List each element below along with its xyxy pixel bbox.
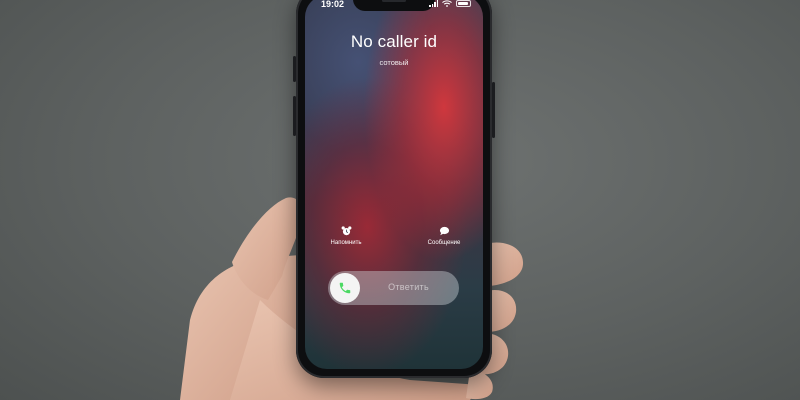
- mute-switch: [293, 56, 296, 82]
- volume-button: [293, 96, 296, 136]
- remind-me-button[interactable]: Напомнить: [316, 226, 376, 246]
- status-icons: [429, 0, 471, 7]
- smartphone: 19:02 No caller id сотовый Напомнить Соо…: [293, 0, 495, 378]
- signal-icon: [429, 0, 438, 7]
- battery-icon: [456, 0, 471, 7]
- photo-scene: 19:02 No caller id сотовый Напомнить Соо…: [0, 0, 800, 400]
- message-label: Сообщение: [427, 240, 461, 246]
- incoming-call-screen: 19:02 No caller id сотовый Напомнить Соо…: [305, 0, 483, 369]
- slide-to-answer[interactable]: Ответить: [328, 271, 459, 305]
- alarm-clock-icon: [341, 226, 351, 236]
- caller-number-type: сотовый: [379, 58, 409, 67]
- notch: [353, 0, 435, 11]
- message-button[interactable]: Сообщение: [414, 226, 474, 246]
- wifi-icon: [442, 0, 452, 7]
- power-button: [492, 82, 495, 138]
- remind-me-label: Напомнить: [330, 240, 362, 246]
- caller-name: No caller id: [350, 32, 438, 51]
- answer-label: Ответить: [388, 282, 429, 292]
- answer-knob[interactable]: [330, 273, 360, 303]
- phone-icon: [339, 282, 351, 294]
- status-time: 19:02: [321, 0, 345, 9]
- earpiece-speaker: [382, 0, 406, 2]
- message-bubble-icon: [439, 226, 449, 236]
